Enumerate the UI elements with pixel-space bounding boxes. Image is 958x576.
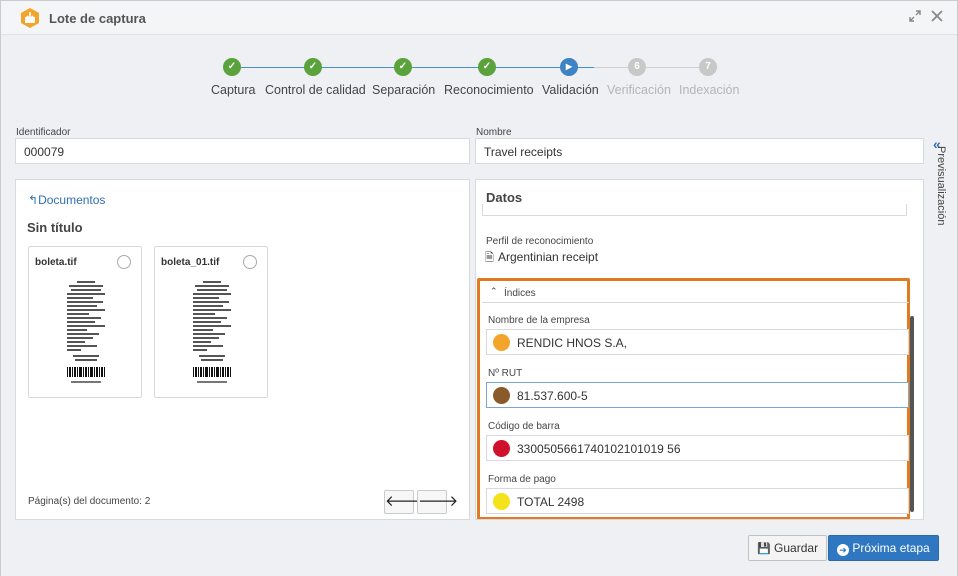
step-label-validacion: Validación bbox=[542, 83, 599, 97]
color-marker bbox=[493, 493, 510, 510]
identificador-label: Identificador bbox=[16, 127, 71, 138]
company-name-field[interactable]: RENDIC HNOS S.A, bbox=[486, 329, 909, 355]
arrow-circle-right-icon: ➜ bbox=[837, 544, 849, 556]
next-stage-button[interactable]: ➜ Próxima etapa bbox=[828, 535, 939, 561]
step-control-check-icon: ✓ bbox=[304, 58, 322, 76]
nombre-label: Nombre bbox=[476, 127, 512, 138]
close-icon[interactable] bbox=[929, 9, 945, 25]
workflow-stepper: ✓ ✓ ✓ ✓ ▶ 6 7 Captura Control de calidad… bbox=[1, 36, 957, 106]
step-label-captura: Captura bbox=[211, 83, 256, 97]
step-verificacion-number: 6 bbox=[628, 58, 646, 76]
indices-header[interactable]: ⌃ Índices bbox=[482, 281, 909, 303]
back-to-documents-link[interactable]: ↰Documentos bbox=[28, 193, 105, 207]
color-marker bbox=[493, 334, 510, 351]
step-captura-check-icon: ✓ bbox=[223, 58, 241, 76]
content-area: ✓ ✓ ✓ ✓ ▶ 6 7 Captura Control de calidad… bbox=[1, 36, 957, 576]
payment-method-value: TOTAL 2498 bbox=[517, 495, 585, 509]
color-marker bbox=[493, 440, 510, 457]
rut-label: Nº RUT bbox=[488, 368, 523, 379]
preview-side-tab[interactable]: « Previsualización bbox=[929, 136, 949, 246]
collapsed-section-edge bbox=[482, 204, 907, 216]
barcode-label: Código de barra bbox=[488, 421, 560, 432]
previous-page-button[interactable]: 🡐 bbox=[384, 490, 425, 514]
stepper-pending-line bbox=[594, 67, 708, 68]
datos-title: Datos bbox=[486, 190, 523, 205]
save-button-label: Guardar bbox=[774, 541, 819, 555]
step-label-indexacion: Indexación bbox=[679, 83, 740, 97]
step-label-reconocimiento: Reconocimiento bbox=[444, 83, 534, 97]
barcode-value: 3300505661740102101019 56 bbox=[517, 442, 681, 456]
recognition-profile-label: Perfil de reconocimiento bbox=[486, 236, 594, 247]
receipt-image bbox=[193, 281, 231, 383]
step-label-control-calidad: Control de calidad bbox=[265, 83, 366, 97]
datos-panel: Datos Perfil de reconocimiento 🗎 Argenti… bbox=[475, 179, 924, 520]
next-page-button[interactable]: 🡒 bbox=[417, 490, 458, 514]
capture-batch-window: Lote de captura ✓ ✓ ✓ ✓ ▶ 6 7 Captura Co… bbox=[0, 0, 958, 576]
thumbnail-filename: boleta_01.tif bbox=[161, 257, 220, 268]
preview-tab-label: Previsualización bbox=[935, 146, 947, 226]
company-name-value: RENDIC HNOS S.A, bbox=[517, 336, 628, 350]
company-name-label: Nombre de la empresa bbox=[488, 315, 590, 326]
step-label-verificacion: Verificación bbox=[607, 83, 671, 97]
step-validacion-play-icon: ▶ bbox=[560, 58, 578, 76]
window-title: Lote de captura bbox=[49, 11, 146, 26]
nombre-field[interactable]: Travel receipts bbox=[475, 138, 924, 164]
indices-section: ⌃ Índices Nombre de la empresa RENDIC HN… bbox=[477, 278, 910, 519]
indices-scrollbar[interactable] bbox=[910, 316, 914, 512]
step-label-separacion: Separación bbox=[372, 83, 436, 97]
step-reconocimiento-check-icon: ✓ bbox=[478, 58, 496, 76]
barcode-field[interactable]: 3300505661740102101019 56 bbox=[486, 435, 909, 461]
rut-value: 81.537.600-5 bbox=[517, 389, 588, 403]
step-separacion-check-icon: ✓ bbox=[394, 58, 412, 76]
step-indexacion-number: 7 bbox=[699, 58, 717, 76]
payment-method-label: Forma de pago bbox=[488, 474, 556, 485]
receipt-image bbox=[67, 281, 105, 383]
documents-link-label: Documentos bbox=[38, 193, 106, 207]
document-thumbnail[interactable]: boleta.tif bbox=[28, 246, 142, 398]
rut-field[interactable]: 81.537.600-5 bbox=[486, 382, 909, 408]
indices-title: Índices bbox=[504, 288, 536, 299]
payment-method-field[interactable]: TOTAL 2498 bbox=[486, 488, 909, 514]
next-stage-button-label: Próxima etapa bbox=[852, 541, 930, 555]
recognition-profile-value: Argentinian receipt bbox=[498, 250, 599, 264]
document-thumbnail[interactable]: boleta_01.tif bbox=[154, 246, 268, 398]
identificador-field[interactable]: 000079 bbox=[15, 138, 470, 164]
stepper-progress-line bbox=[232, 67, 594, 68]
arrow-right-icon: 🡒 bbox=[418, 493, 459, 510]
document-icon: 🗎 bbox=[485, 252, 494, 264]
color-marker bbox=[493, 387, 510, 404]
thumbnail-select-radio[interactable] bbox=[117, 255, 131, 269]
title-bar: Lote de captura bbox=[1, 1, 957, 35]
floppy-disk-icon: 💾 bbox=[757, 543, 771, 555]
page-count-text: Página(s) del documento: 2 bbox=[28, 496, 151, 507]
thumbnail-filename: boleta.tif bbox=[35, 257, 77, 268]
maximize-icon[interactable] bbox=[907, 9, 923, 25]
documents-panel: ↰Documentos Sin título boleta.tif boleta… bbox=[15, 179, 470, 520]
chevron-up-icon: ⌃ bbox=[490, 286, 498, 296]
capture-batch-icon bbox=[21, 8, 39, 28]
save-button[interactable]: 💾 Guardar bbox=[748, 535, 828, 561]
thumbnail-select-radio[interactable] bbox=[243, 255, 257, 269]
document-title: Sin título bbox=[27, 220, 83, 235]
back-arrow-icon: ↰ bbox=[28, 193, 39, 207]
